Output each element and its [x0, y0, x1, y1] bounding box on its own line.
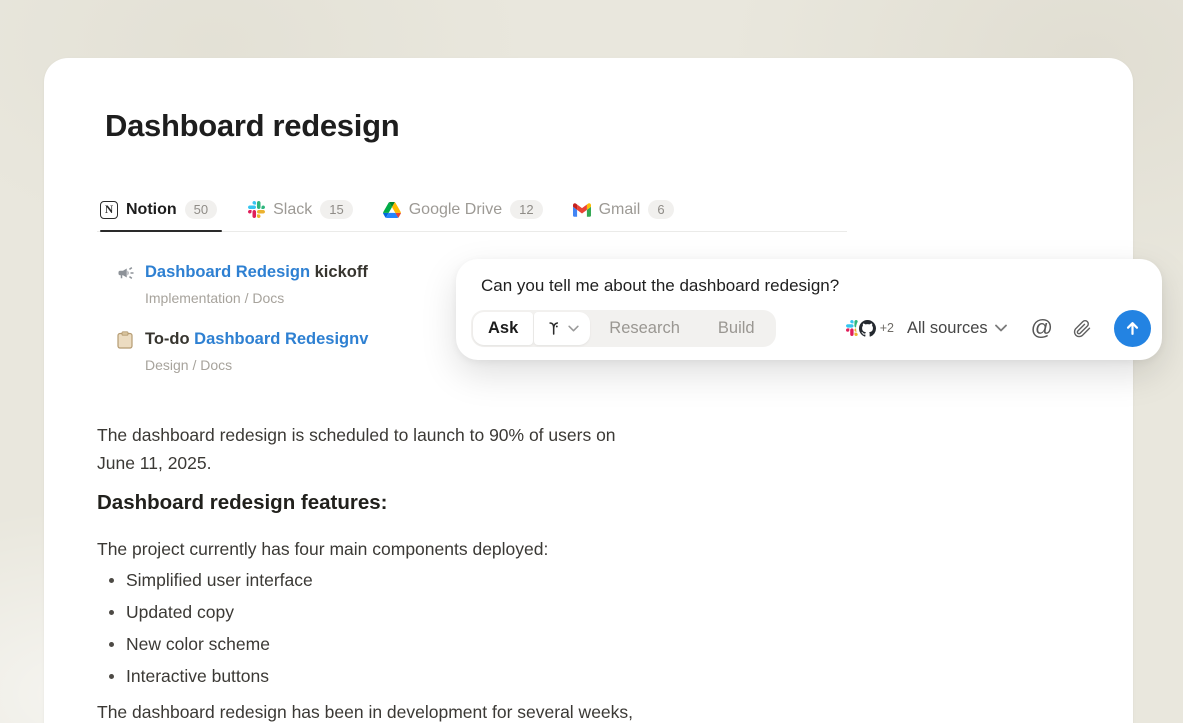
bullet-dot — [109, 674, 114, 679]
tab-gmail-label: Gmail — [599, 201, 641, 219]
result-breadcrumb: Design / Docs — [145, 357, 368, 373]
all-sources-label: All sources — [907, 319, 988, 338]
tab-gmail[interactable]: Gmail 6 — [573, 200, 674, 219]
list-item-text: Interactive buttons — [126, 666, 269, 687]
google-drive-icon — [383, 201, 401, 219]
model-selector-dropdown[interactable] — [534, 312, 590, 345]
list-item: Interactive buttons — [109, 660, 313, 692]
list-item-text: New color scheme — [126, 634, 270, 655]
megaphone-icon — [117, 264, 135, 282]
paperclip-icon — [1072, 318, 1092, 338]
mention-button[interactable]: @ — [1031, 317, 1053, 339]
bullet-dot — [109, 578, 114, 583]
tab-google-drive-label: Google Drive — [409, 201, 502, 219]
mode-research-button[interactable]: Research — [590, 312, 699, 345]
github-source-icon — [858, 318, 878, 338]
list-item: Simplified user interface — [109, 564, 313, 596]
tab-notion-label: Notion — [126, 201, 177, 219]
doc-paragraph-components: The project currently has four main comp… — [97, 536, 717, 564]
ask-actions: +2 All sources @ — [846, 310, 1151, 347]
extra-sources-count: +2 — [880, 321, 894, 335]
ask-toolbar: Ask Research Build — [471, 309, 1151, 347]
list-item: Updated copy — [109, 596, 313, 628]
result-title-prefix: To-do — [145, 330, 194, 348]
ask-panel: Can you tell me about the dashboard rede… — [456, 259, 1162, 360]
tab-notion[interactable]: N Notion 50 — [100, 200, 217, 219]
send-button[interactable] — [1114, 310, 1151, 347]
doc-paragraph-launch: The dashboard redesign is scheduled to l… — [97, 422, 645, 477]
result-row-todo[interactable]: To-do Dashboard Redesignv Design / Docs — [117, 330, 368, 373]
active-tab-underline — [100, 230, 222, 233]
notion-ai-face-icon — [545, 320, 562, 337]
result-title: To-do Dashboard Redesignv — [145, 330, 368, 349]
result-title-suffix: kickoff — [310, 263, 368, 281]
ask-input[interactable]: Can you tell me about the dashboard rede… — [481, 276, 839, 296]
result-row-kickoff[interactable]: Dashboard Redesign kickoff Implementatio… — [117, 263, 368, 306]
at-sign-icon: @ — [1031, 315, 1053, 340]
result-link[interactable]: Dashboard Redesign — [145, 263, 310, 281]
bullet-dot — [109, 642, 114, 647]
chevron-down-icon — [995, 324, 1007, 332]
list-item: New color scheme — [109, 628, 313, 660]
chevron-down-icon — [568, 325, 579, 332]
slack-icon — [247, 201, 265, 219]
app-background: Dashboard redesign N Notion 50 Slack 15 — [0, 0, 1183, 723]
notion-icon: N — [100, 201, 118, 219]
tab-google-drive[interactable]: Google Drive 12 — [383, 200, 543, 219]
attach-button[interactable] — [1072, 318, 1092, 338]
tab-gmail-count: 6 — [648, 200, 673, 219]
tab-slack-count: 15 — [320, 200, 352, 219]
mode-switcher: Ask Research Build — [471, 310, 776, 347]
list-item-text: Updated copy — [126, 602, 234, 623]
tab-slack-label: Slack — [273, 201, 312, 219]
tab-notion-count: 50 — [185, 200, 217, 219]
feature-list: Simplified user interface Updated copy N… — [109, 564, 313, 692]
doc-paragraph-development: The dashboard redesign has been in devel… — [97, 699, 737, 723]
list-item-text: Simplified user interface — [126, 570, 313, 591]
result-title: Dashboard Redesign kickoff — [145, 263, 368, 282]
connected-sources[interactable]: +2 — [846, 318, 894, 338]
doc-heading-features: Dashboard redesign features: — [97, 491, 388, 515]
mode-ask-button[interactable]: Ask — [473, 312, 533, 345]
tab-slack[interactable]: Slack 15 — [247, 200, 353, 219]
result-breadcrumb: Implementation / Docs — [145, 290, 368, 306]
gmail-icon — [573, 201, 591, 219]
arrow-up-icon — [1124, 320, 1141, 337]
all-sources-dropdown[interactable]: All sources — [907, 319, 1007, 338]
clipboard-icon — [117, 331, 135, 349]
mode-build-button[interactable]: Build — [699, 312, 774, 345]
source-tabs: N Notion 50 Slack 15 — [100, 200, 674, 219]
result-link[interactable]: Dashboard Redesignv — [194, 330, 368, 348]
tab-google-drive-count: 12 — [510, 200, 542, 219]
page-title: Dashboard redesign — [105, 108, 399, 144]
bullet-dot — [109, 610, 114, 615]
